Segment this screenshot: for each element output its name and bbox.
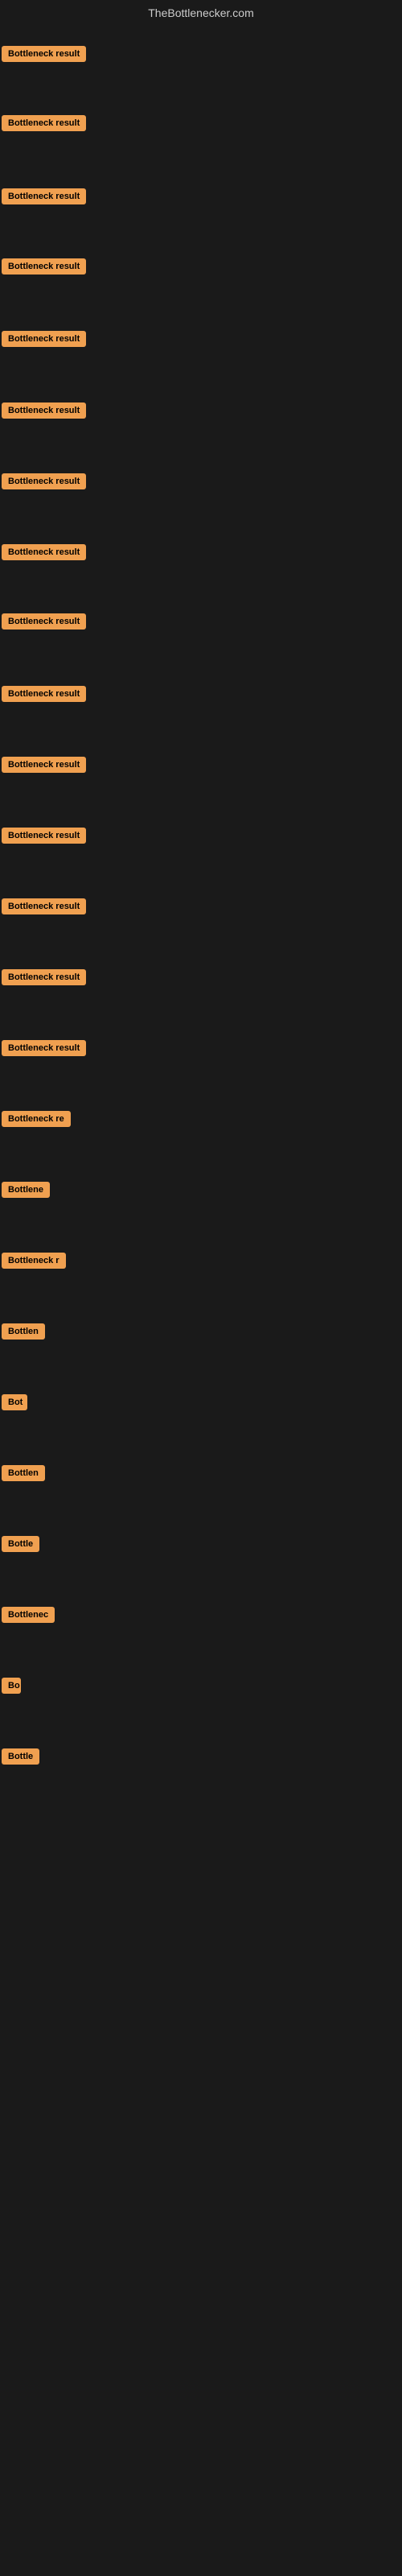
bottleneck-badge-18[interactable]: Bottleneck r — [2, 1253, 66, 1269]
bottleneck-badge-23[interactable]: Bottlenec — [2, 1607, 55, 1623]
bottleneck-badge-22[interactable]: Bottle — [2, 1536, 39, 1552]
badge-row-23: Bottlenec — [2, 1607, 55, 1627]
bottleneck-badge-12[interactable]: Bottleneck result — [2, 828, 86, 844]
badge-row-13: Bottleneck result — [2, 898, 86, 919]
bottleneck-badge-13[interactable]: Bottleneck result — [2, 898, 86, 914]
badge-row-25: Bottle — [2, 1748, 39, 1769]
badge-row-6: Bottleneck result — [2, 402, 86, 423]
badge-row-15: Bottleneck result — [2, 1040, 86, 1060]
bottleneck-badge-17[interactable]: Bottlene — [2, 1182, 50, 1198]
badge-row-17: Bottlene — [2, 1182, 50, 1202]
badge-row-8: Bottleneck result — [2, 544, 86, 564]
badge-row-4: Bottleneck result — [2, 258, 86, 279]
badge-row-3: Bottleneck result — [2, 188, 86, 208]
bottleneck-badge-15[interactable]: Bottleneck result — [2, 1040, 86, 1056]
bottleneck-badge-3[interactable]: Bottleneck result — [2, 188, 86, 204]
bottleneck-badge-1[interactable]: Bottleneck result — [2, 46, 86, 62]
bottleneck-badge-2[interactable]: Bottleneck result — [2, 115, 86, 131]
bottleneck-badge-21[interactable]: Bottlen — [2, 1465, 45, 1481]
badge-row-20: Bot — [2, 1394, 27, 1414]
badge-row-9: Bottleneck result — [2, 613, 86, 634]
badge-row-10: Bottleneck result — [2, 686, 86, 706]
bottleneck-badge-5[interactable]: Bottleneck result — [2, 331, 86, 347]
bottleneck-badge-16[interactable]: Bottleneck re — [2, 1111, 71, 1127]
bottleneck-badge-24[interactable]: Bo — [2, 1678, 21, 1694]
badge-row-14: Bottleneck result — [2, 969, 86, 989]
bottleneck-badge-8[interactable]: Bottleneck result — [2, 544, 86, 560]
badge-row-5: Bottleneck result — [2, 331, 86, 351]
badge-row-18: Bottleneck r — [2, 1253, 66, 1273]
badge-row-7: Bottleneck result — [2, 473, 86, 493]
badge-row-12: Bottleneck result — [2, 828, 86, 848]
bottleneck-badge-19[interactable]: Bottlen — [2, 1323, 45, 1340]
badge-row-24: Bo — [2, 1678, 21, 1698]
bottleneck-badge-25[interactable]: Bottle — [2, 1748, 39, 1765]
bottleneck-badge-10[interactable]: Bottleneck result — [2, 686, 86, 702]
bottleneck-badge-11[interactable]: Bottleneck result — [2, 757, 86, 773]
bottleneck-badge-9[interactable]: Bottleneck result — [2, 613, 86, 630]
badge-row-22: Bottle — [2, 1536, 39, 1556]
bottleneck-badge-4[interactable]: Bottleneck result — [2, 258, 86, 275]
badge-row-19: Bottlen — [2, 1323, 45, 1344]
badge-row-11: Bottleneck result — [2, 757, 86, 777]
bottleneck-badge-20[interactable]: Bot — [2, 1394, 27, 1410]
badge-row-2: Bottleneck result — [2, 115, 86, 135]
badge-row-16: Bottleneck re — [2, 1111, 71, 1131]
badge-row-21: Bottlen — [2, 1465, 45, 1485]
page-container: TheBottlenecker.com Bottleneck result Bot… — [0, 0, 402, 2576]
site-title: TheBottlenecker.com — [0, 0, 402, 29]
badge-row-1: Bottleneck result — [2, 46, 86, 66]
bottleneck-badge-6[interactable]: Bottleneck result — [2, 402, 86, 419]
bottleneck-badge-14[interactable]: Bottleneck result — [2, 969, 86, 985]
bottleneck-badge-7[interactable]: Bottleneck result — [2, 473, 86, 489]
